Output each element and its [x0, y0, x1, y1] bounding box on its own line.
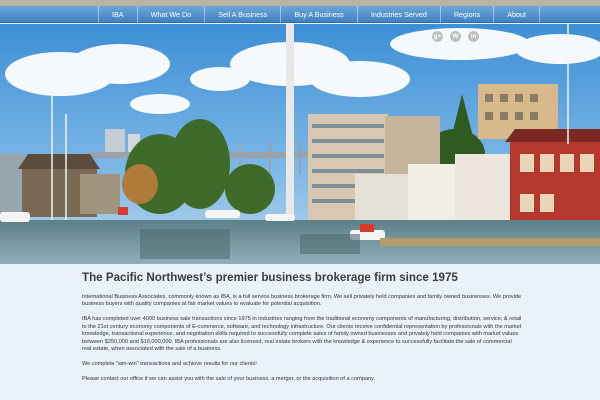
contact-paragraph: Please contact our office if we can assi… [82, 376, 375, 383]
page-heading: The Pacific Northwest’s premier business… [82, 271, 458, 284]
social-links: g+ W in [431, 30, 480, 43]
main-nav: IBA What We Do Sell A Business Buy A Bus… [0, 5, 600, 23]
nav-item-what-we-do[interactable]: What We Do [136, 5, 205, 23]
nav-item-industries-served[interactable]: Industries Served [356, 5, 440, 23]
main-content: The Pacific Northwest’s premier business… [82, 264, 522, 391]
history-paragraph: IBA has completed over 4000 business sal… [82, 316, 522, 353]
nav-item-buy-a-business[interactable]: Buy A Business [280, 5, 357, 23]
linkedin-icon[interactable]: in [467, 30, 480, 43]
hero-photo [0, 24, 600, 264]
wordpress-icon[interactable]: W [449, 30, 462, 43]
nav-item-about[interactable]: About [493, 5, 541, 23]
nav-item-iba[interactable]: IBA [98, 5, 137, 23]
houseboat-marina-photo [0, 24, 600, 264]
nav-item-regions[interactable]: Regions [439, 5, 493, 23]
intro-paragraph: International Business Associates, commo… [82, 294, 522, 308]
nav-item-sell-a-business[interactable]: Sell A Business [204, 5, 280, 23]
results-paragraph: We complete "win-win" transactions and a… [82, 361, 257, 368]
google-plus-icon[interactable]: g+ [431, 30, 444, 43]
